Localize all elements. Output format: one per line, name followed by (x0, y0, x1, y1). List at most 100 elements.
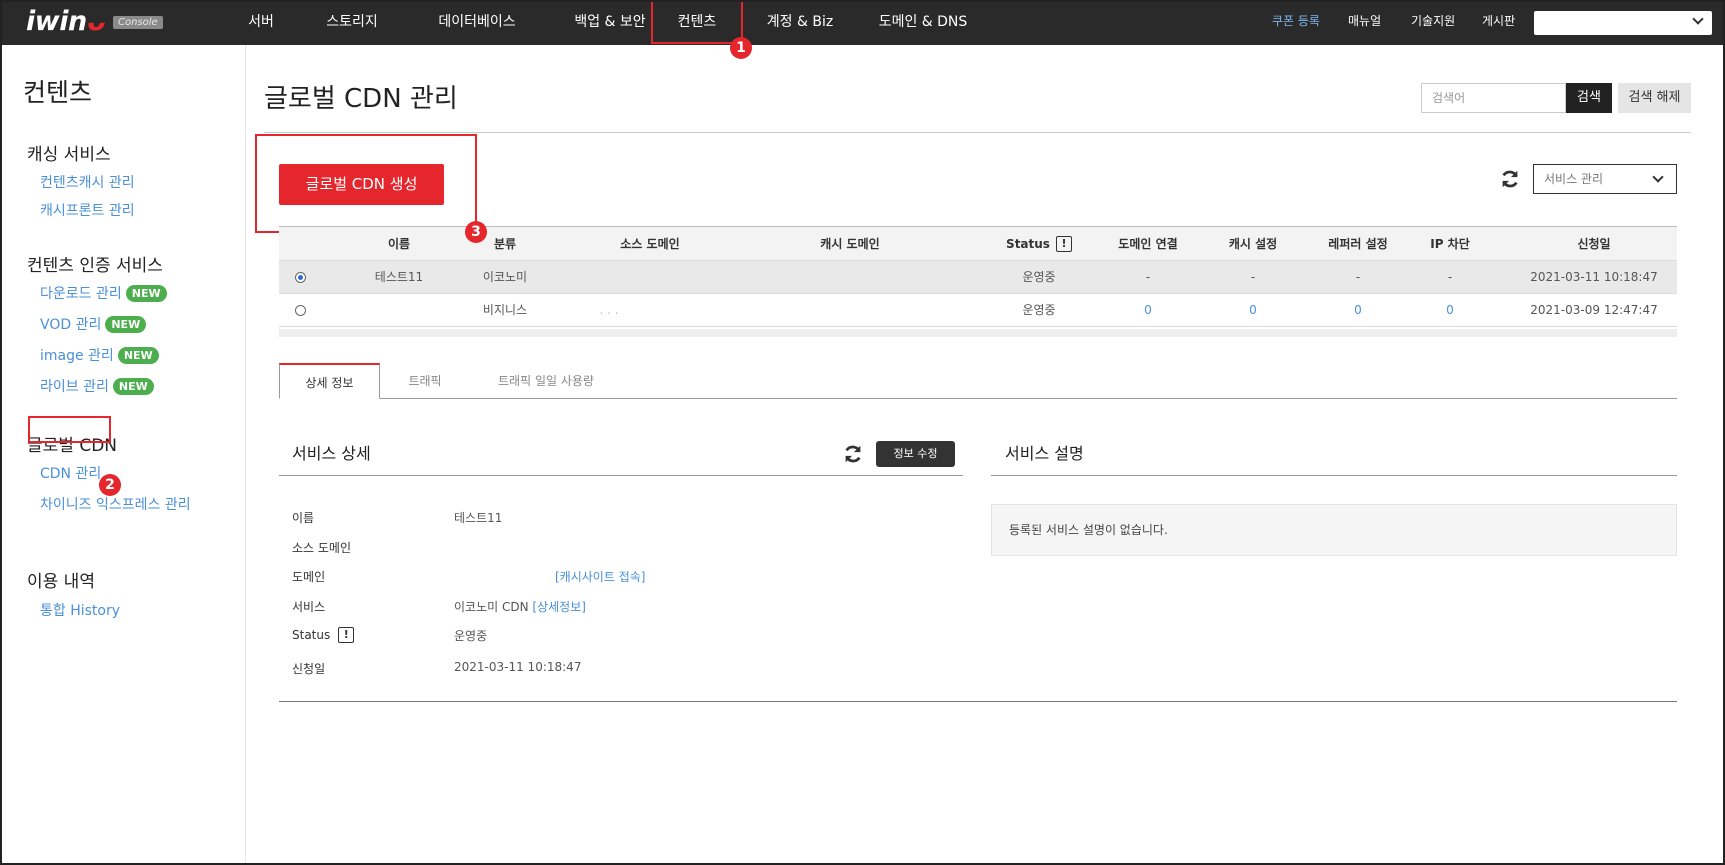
cell-status: 운영중 (1022, 270, 1056, 284)
cell-cache-setting[interactable]: 0 (1203, 294, 1303, 327)
annotation-2: 2 (99, 474, 121, 496)
chevron-down-icon (1692, 13, 1704, 25)
cell-name: 테스트11 (374, 270, 424, 284)
sidebar-item-content-cache[interactable]: 컨텐츠캐시 관리 (40, 172, 135, 192)
cell-cache (795, 261, 905, 294)
detail-date-value: 2021-03-11 10:18:47 (454, 660, 582, 674)
nav-contents[interactable]: 컨텐츠 (651, 0, 743, 44)
sidebar-item-cdn[interactable]: CDN 관리 (40, 463, 101, 483)
manual-link[interactable]: 매뉴얼 (1348, 0, 1381, 45)
cell-domain-link[interactable]: 0 (1098, 294, 1198, 327)
account-select[interactable] (1534, 11, 1712, 35)
sidebar-title: 컨텐츠 (23, 78, 93, 107)
detail-name-label: 이름 (292, 511, 315, 525)
divider (279, 701, 1677, 702)
service-description-title: 서비스 설명 (1005, 444, 1084, 463)
iwin-logo[interactable]: iwinᴗ (26, 6, 105, 37)
col-status-label: Status (1006, 237, 1050, 251)
detail-name-value: 테스트11 (454, 511, 503, 525)
page-title: 글로벌 CDN 관리 (264, 84, 458, 114)
cell-referer[interactable]: 0 (1308, 294, 1408, 327)
create-global-cdn-button[interactable]: 글로벌 CDN 생성 (279, 164, 444, 205)
tab-traffic[interactable]: 트래픽 (395, 363, 455, 399)
cell-ip-block: - (1447, 270, 1453, 284)
detail-service-value: 이코노미 CDN [상세정보] (454, 598, 586, 615)
sidebar: 컨텐츠 캐싱 서비스 컨텐츠캐시 관리 캐시프론트 관리 컨텐츠 인증 서비스 … (0, 45, 246, 865)
service-value-text: 이코노미 CDN (454, 600, 529, 614)
sidebar-item-vod[interactable]: VOD 관리 NEW (40, 314, 147, 334)
col-date: 신청일 (1577, 237, 1611, 251)
logo-smile-icon: ᴗ (86, 6, 106, 37)
table-header: 이름 분류 소스 도메인 캐시 도메인 Status! 도메인 연결 캐시 설정… (279, 226, 1677, 261)
service-description-box: 등록된 서비스 설명이 없습니다. (991, 504, 1677, 556)
cdn-highlight-box (28, 416, 111, 443)
sidebar-item-chinese-express[interactable]: 차이니즈 익스프레스 관리 (40, 494, 191, 514)
cell-type: 이코노미 (482, 270, 528, 284)
tab-detail[interactable]: 상세 정보 (279, 363, 380, 399)
detail-status-value: 운영중 (454, 629, 488, 643)
sidebar-item-live[interactable]: 라이브 관리 NEW (40, 376, 154, 396)
nav-storage[interactable]: 스토리지 (314, 0, 390, 45)
sidebar-item-image[interactable]: image 관리 NEW (40, 345, 159, 365)
sidebar-section-auth: 컨텐츠 인증 서비스 (27, 256, 163, 276)
table-row[interactable]: 테스트11 이코노미 운영중 - - - - 2021-03-11 10:18:… (279, 261, 1677, 294)
table-row[interactable]: 비지니스 . . . 운영중 0 0 0 0 2021-03-09 12:47:… (279, 294, 1677, 327)
sidebar-item-label: 다운로드 관리 (40, 286, 122, 302)
col-ip-block: IP 차단 (1430, 237, 1470, 251)
col-referer: 레퍼러 설정 (1328, 237, 1388, 251)
divider (991, 475, 1677, 476)
sidebar-item-download[interactable]: 다운로드 관리 NEW (40, 283, 167, 303)
info-icon[interactable]: ! (338, 627, 355, 643)
cell-cache: . . . (599, 303, 619, 317)
console-badge: Console (113, 16, 163, 29)
cell-name (359, 294, 439, 327)
refresh-icon[interactable] (842, 443, 864, 465)
divider (264, 132, 1691, 133)
chevron-down-icon (1652, 171, 1664, 183)
sidebar-item-label: image 관리 (40, 348, 114, 364)
detail-service-label: 서비스 (292, 600, 326, 614)
detail-date-label: 신청일 (292, 662, 326, 676)
sidebar-item-cachefront[interactable]: 캐시프론트 관리 (40, 200, 135, 220)
search-reset-button[interactable]: 검색 해제 (1618, 83, 1691, 113)
new-badge: NEW (112, 378, 154, 395)
sidebar-section-history: 이용 내역 (27, 572, 95, 592)
window-frame (0, 0, 1725, 865)
nav-account-biz[interactable]: 계정 & Biz (758, 0, 842, 45)
service-manage-select[interactable]: 서비스 관리 (1533, 164, 1677, 194)
row-radio[interactable] (295, 305, 306, 316)
detail-domain-label: 도메인 (292, 570, 326, 584)
search-button[interactable]: 검색 (1566, 83, 1612, 113)
sidebar-item-history[interactable]: 통합 History (40, 600, 120, 620)
top-navigation-bar: iwinᴗ Console 서버 스토리지 데이터베이스 백업 & 보안 컨텐츠… (0, 0, 1725, 45)
service-select-value: 서비스 관리 (1544, 172, 1604, 186)
tab-daily-traffic[interactable]: 트래픽 일일 사용량 (490, 363, 602, 399)
nav-server[interactable]: 서버 (238, 0, 284, 45)
col-domain-link: 도메인 연결 (1118, 237, 1178, 251)
detail-source-label: 소스 도메인 (292, 541, 352, 555)
cell-date: 2021-03-09 12:47:47 (1530, 303, 1658, 317)
visit-cache-site-link[interactable]: [캐시사이트 접속] (555, 568, 645, 585)
cell-referer: - (1355, 270, 1361, 284)
coupon-link[interactable]: 쿠폰 등록 (1272, 0, 1320, 45)
table-footer (279, 329, 1677, 337)
annotation-1: 1 (730, 37, 752, 59)
nav-domain-dns[interactable]: 도메인 & DNS (870, 0, 976, 45)
service-detail-title: 서비스 상세 (292, 444, 371, 463)
detail-status-label: Status! (292, 627, 355, 643)
new-badge: NEW (105, 316, 147, 333)
new-badge: NEW (125, 285, 167, 302)
row-radio[interactable] (295, 272, 306, 283)
support-link[interactable]: 기술지원 (1411, 0, 1455, 45)
col-cache-setting: 캐시 설정 (1228, 237, 1278, 251)
info-icon[interactable]: ! (1055, 236, 1072, 252)
cell-domain-link: - (1145, 270, 1151, 284)
nav-database[interactable]: 데이터베이스 (422, 0, 532, 45)
refresh-icon[interactable] (1499, 168, 1521, 190)
board-link[interactable]: 게시판 (1482, 0, 1515, 45)
search-input[interactable]: 검색어 (1421, 83, 1566, 113)
new-badge: NEW (117, 347, 159, 364)
edit-info-button[interactable]: 정보 수정 (876, 441, 955, 467)
cell-ip-block[interactable]: 0 (1405, 294, 1495, 327)
service-detail-link[interactable]: [상세정보] (532, 600, 586, 614)
